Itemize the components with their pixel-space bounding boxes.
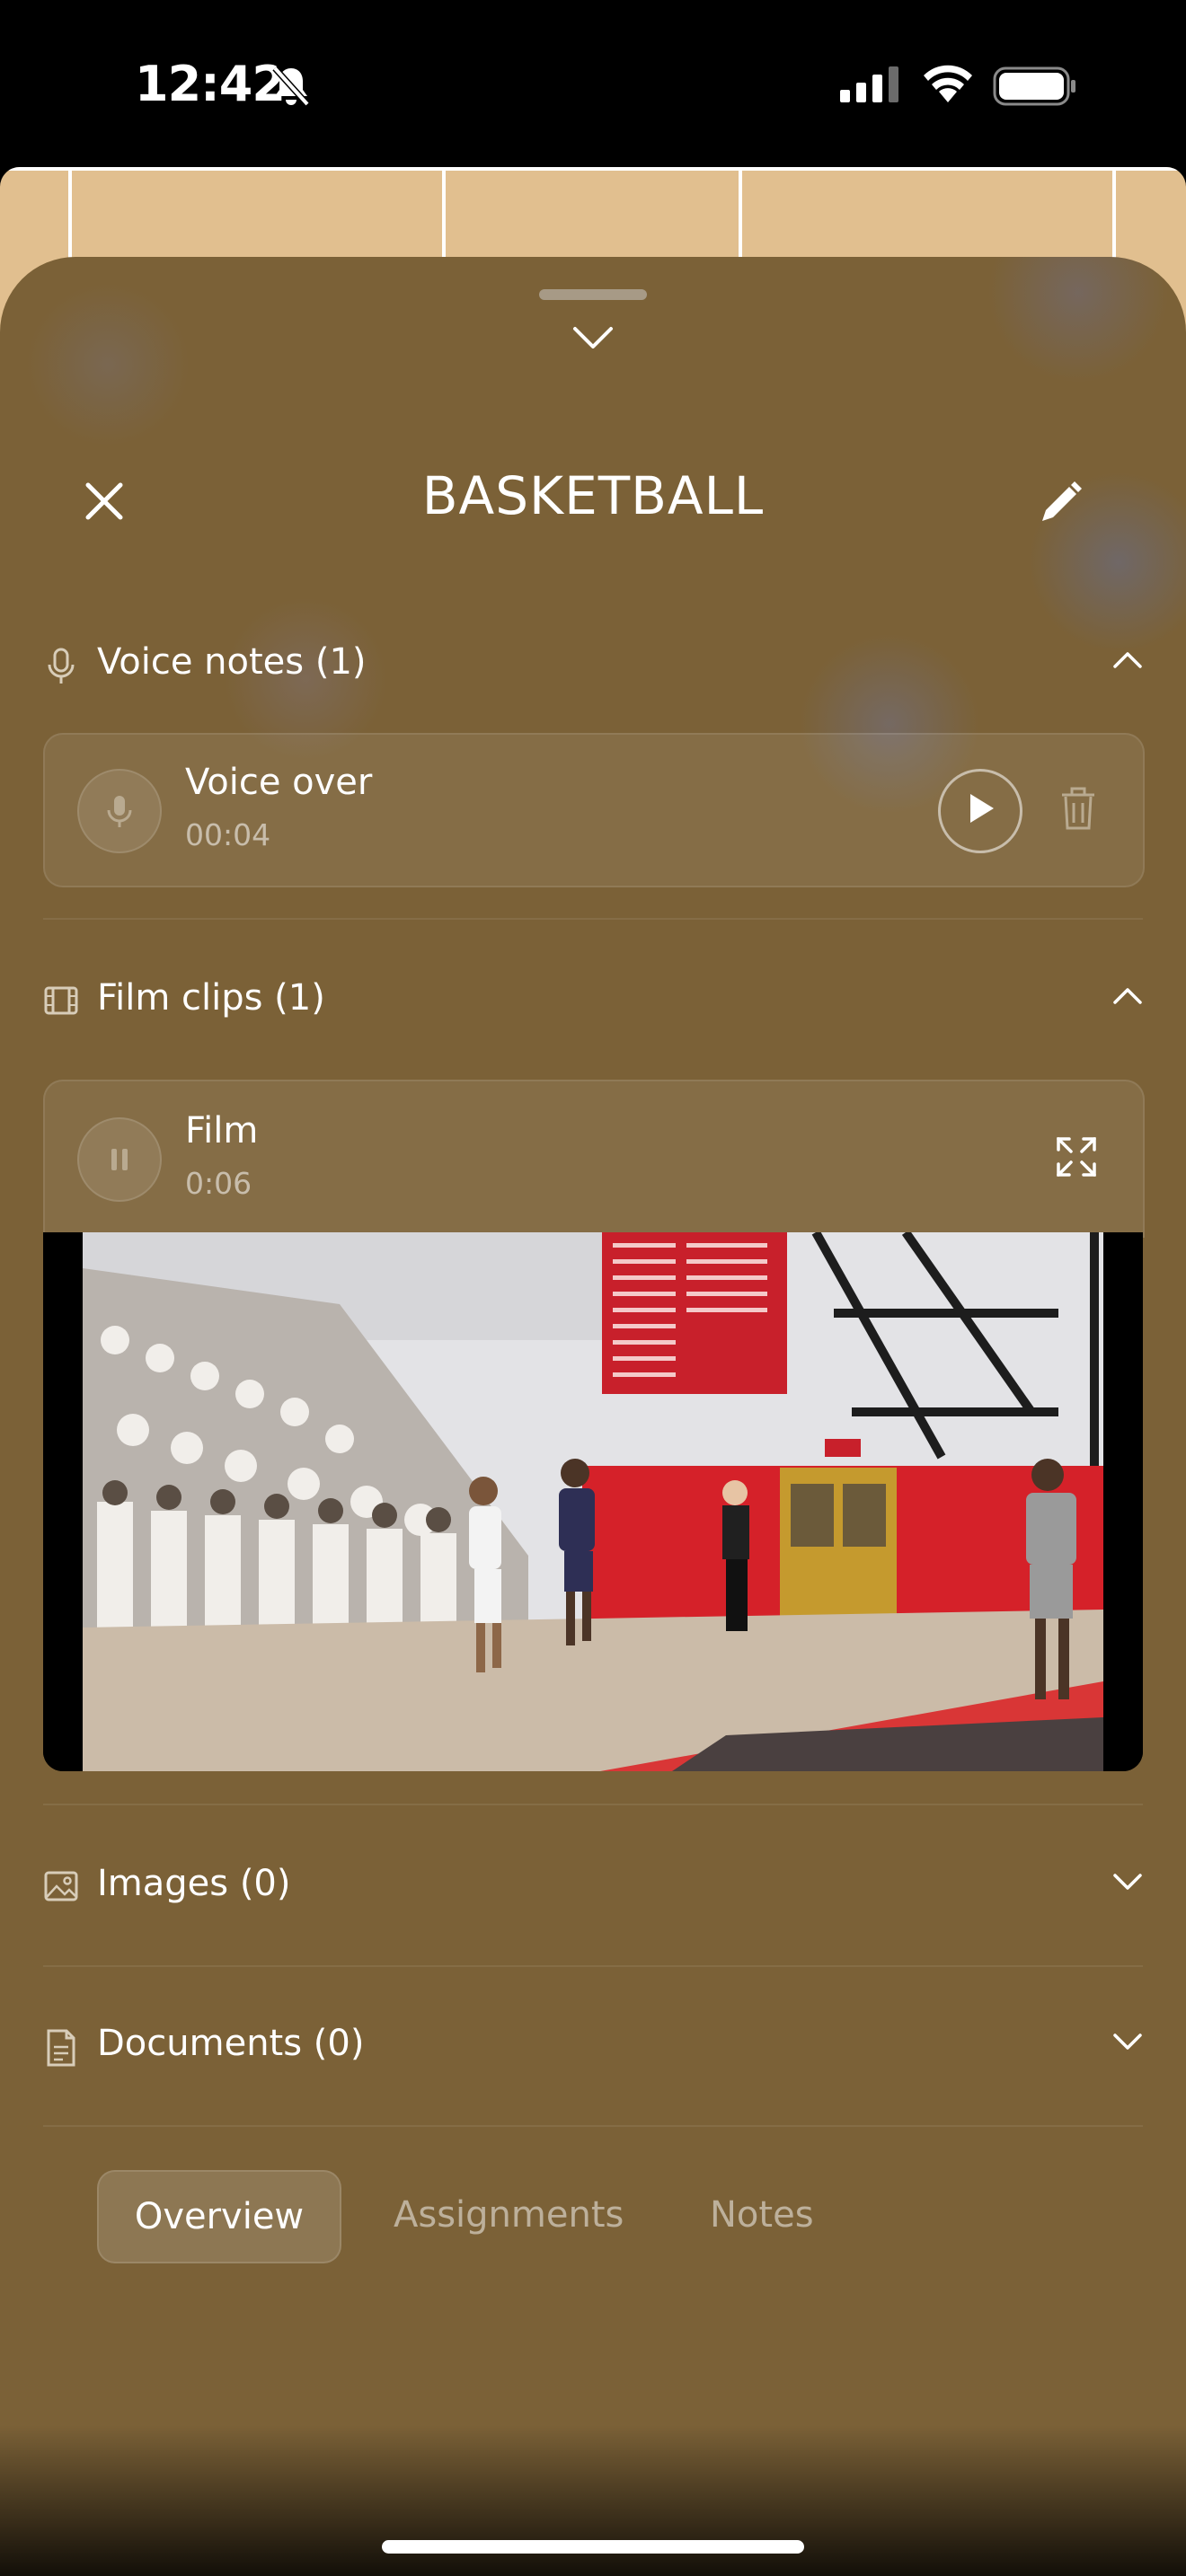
pause-button[interactable] bbox=[77, 1117, 162, 1202]
section-divider bbox=[43, 918, 1143, 920]
home-indicator[interactable] bbox=[382, 2540, 804, 2554]
microphone-icon bbox=[107, 796, 132, 827]
sheet-title: BASKETBALL bbox=[421, 465, 765, 526]
film-video-player[interactable] bbox=[43, 1232, 1143, 1771]
detail-sheet: BASKETBALL Voice notes (1) Voice over 00… bbox=[0, 257, 1186, 2576]
images-header[interactable]: Images (0) bbox=[43, 1856, 1143, 1919]
voice-note-card[interactable]: Voice over 00:04 bbox=[43, 733, 1145, 887]
trash-icon[interactable] bbox=[1058, 787, 1098, 832]
voice-note-avatar bbox=[77, 769, 162, 853]
video-frame bbox=[43, 1232, 1143, 1771]
chevron-down-icon[interactable] bbox=[571, 325, 615, 350]
section-divider bbox=[43, 1965, 1143, 1967]
voice-notes-label: Voice notes (1) bbox=[97, 641, 367, 683]
voice-note-duration: 00:04 bbox=[185, 817, 271, 852]
play-button[interactable] bbox=[938, 769, 1022, 853]
film-clip-duration: 0:06 bbox=[185, 1166, 252, 1201]
chevron-up-icon[interactable] bbox=[1112, 986, 1143, 1006]
documents-label: Documents (0) bbox=[97, 2023, 365, 2064]
image-icon bbox=[44, 1871, 78, 1901]
microphone-icon bbox=[48, 648, 75, 684]
section-divider bbox=[43, 1804, 1143, 1805]
documents-header[interactable]: Documents (0) bbox=[43, 2016, 1143, 2078]
segment-tabs: Overview Assignments Notes bbox=[97, 2170, 1085, 2263]
film-icon bbox=[44, 986, 78, 1015]
film-clip-card[interactable]: Film 0:06 bbox=[43, 1080, 1145, 1238]
document-icon bbox=[47, 2029, 75, 2067]
wifi-icon bbox=[924, 65, 972, 102]
status-time: 12:42 bbox=[135, 56, 286, 112]
film-clip-title: Film bbox=[185, 1110, 259, 1151]
play-icon bbox=[970, 794, 994, 823]
chevron-up-icon[interactable] bbox=[1112, 650, 1143, 670]
voice-note-title: Voice over bbox=[185, 762, 373, 803]
images-label: Images (0) bbox=[97, 1863, 291, 1904]
film-clips-label: Film clips (1) bbox=[97, 977, 325, 1019]
pencil-icon[interactable] bbox=[1035, 478, 1085, 528]
chevron-down-icon[interactable] bbox=[1112, 2032, 1143, 2051]
expand-icon[interactable] bbox=[1055, 1135, 1098, 1178]
status-bar: 12:42 bbox=[0, 0, 1186, 171]
battery-icon bbox=[993, 66, 1075, 106]
tab-overview[interactable]: Overview bbox=[97, 2170, 341, 2263]
cellular-signal-icon bbox=[840, 66, 898, 102]
pause-icon bbox=[111, 1149, 128, 1170]
tab-assignments[interactable]: Assignments bbox=[394, 2170, 624, 2260]
chevron-down-icon[interactable] bbox=[1112, 1872, 1143, 1892]
voice-notes-header[interactable]: Voice notes (1) bbox=[43, 634, 1143, 697]
silent-bell-icon bbox=[272, 66, 310, 107]
tab-notes[interactable]: Notes bbox=[710, 2170, 814, 2260]
film-clips-header[interactable]: Film clips (1) bbox=[43, 970, 1143, 1033]
sheet-grabber[interactable] bbox=[539, 289, 647, 300]
section-divider bbox=[43, 2125, 1143, 2127]
